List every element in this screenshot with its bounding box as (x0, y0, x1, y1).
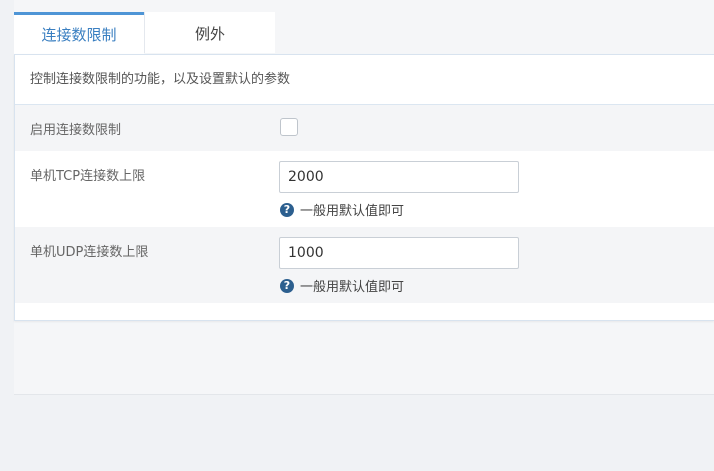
enable-checkbox[interactable] (280, 118, 298, 136)
setting-row-udp: 单机UDP连接数上限 ? 一般用默认值即可 (15, 227, 714, 303)
udp-help-text: 一般用默认值即可 (300, 280, 405, 295)
udp-limit-input[interactable] (279, 237, 519, 269)
tab-bar: 连接数限制 例外 (14, 12, 275, 55)
udp-limit-label: 单机UDP连接数上限 (30, 245, 149, 260)
udp-help: ? 一般用默认值即可 (280, 276, 404, 295)
question-circle-icon: ? (280, 278, 294, 293)
tcp-help-text: 一般用默认值即可 (300, 204, 405, 219)
tab-exceptions[interactable]: 例外 (144, 12, 275, 53)
setting-row-enable: 启用连接数限制 (15, 105, 714, 151)
tcp-help: ? 一般用默认值即可 (280, 200, 404, 219)
panel-description: 控制连接数限制的功能，以及设置默认的参数 (15, 55, 714, 105)
settings-panel: 控制连接数限制的功能，以及设置默认的参数 启用连接数限制 单机TCP连接数上限 … (14, 54, 714, 321)
tab-connection-limit[interactable]: 连接数限制 (14, 12, 144, 55)
question-circle-icon: ? (280, 202, 294, 217)
enable-label: 启用连接数限制 (30, 123, 122, 138)
tcp-limit-label: 单机TCP连接数上限 (30, 169, 146, 184)
tcp-limit-input[interactable] (279, 161, 519, 193)
setting-row-tcp: 单机TCP连接数上限 ? 一般用默认值即可 (15, 151, 714, 227)
